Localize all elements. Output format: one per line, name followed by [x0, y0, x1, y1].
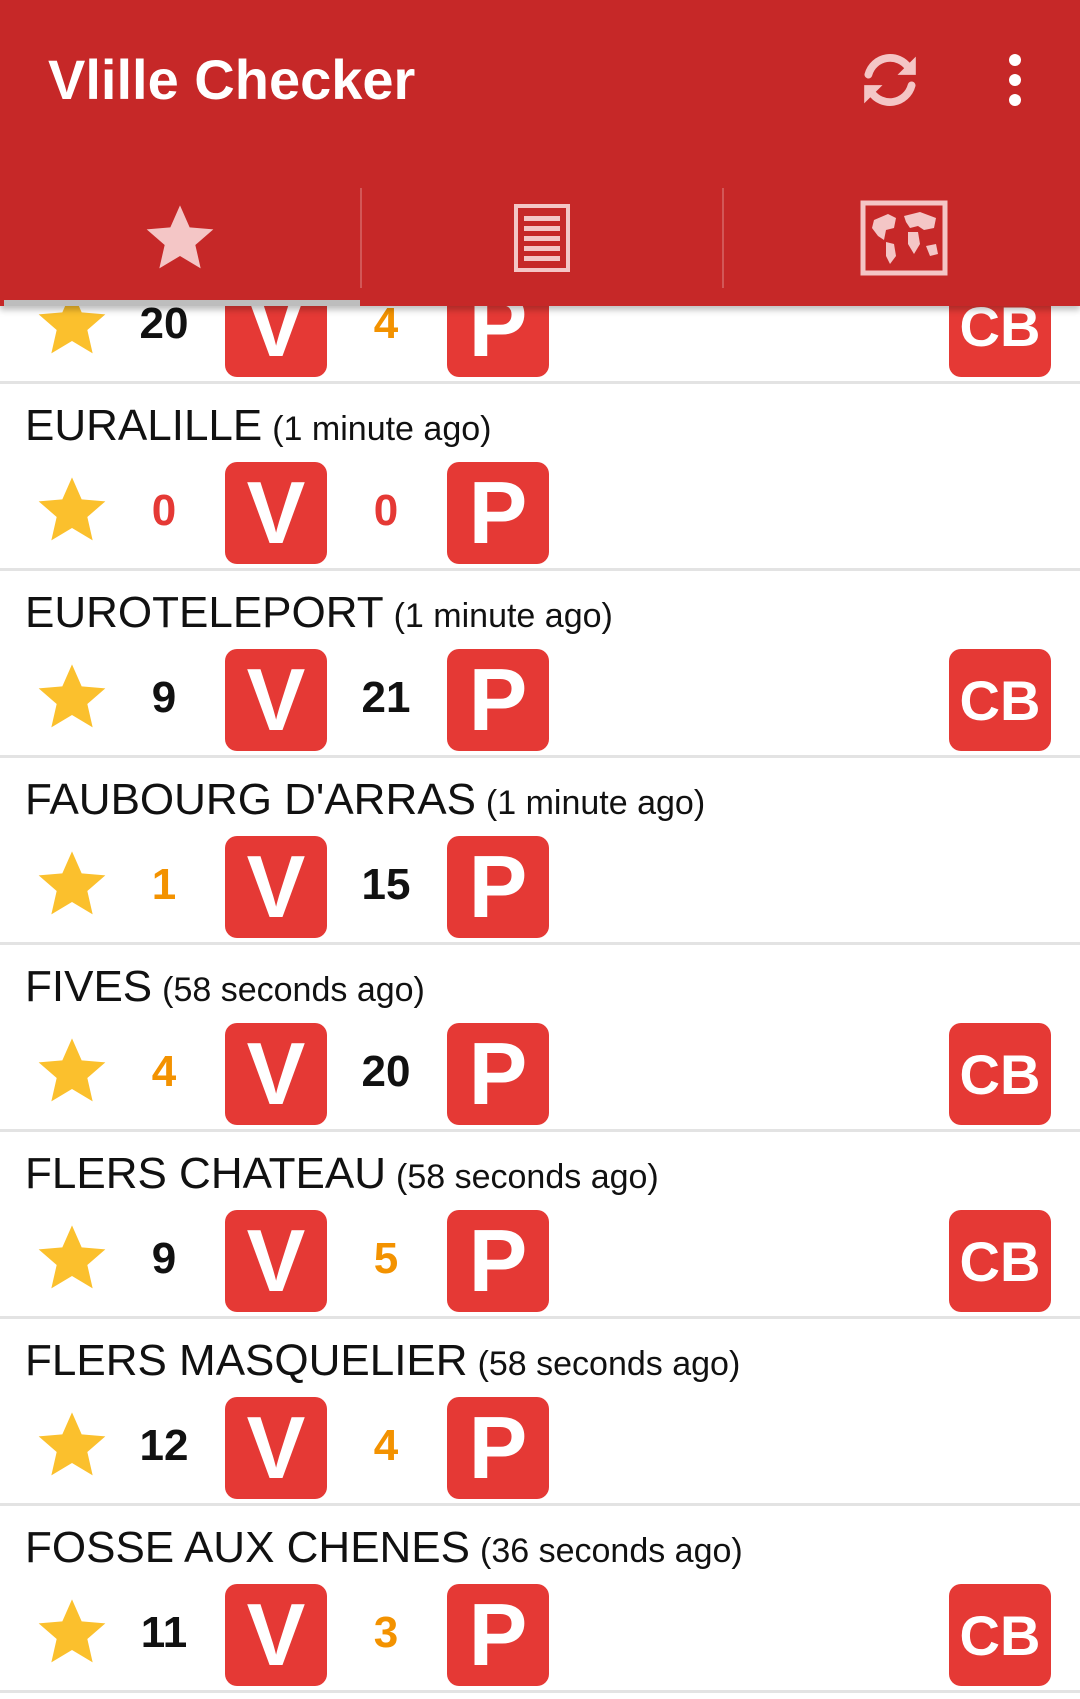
- available-bikes-count: 20: [139, 299, 189, 348]
- available-stands-count: 5: [373, 1234, 399, 1283]
- favorite-star-icon[interactable]: [32, 1031, 112, 1111]
- bikes-badge: V: [225, 1397, 327, 1499]
- update-time: (1 minute ago): [485, 784, 706, 822]
- update-time: (58 seconds ago): [396, 1158, 659, 1196]
- station-name: EUROTELEPORT: [25, 588, 384, 637]
- station-title: EUROTELEPORT (1 minute ago): [25, 588, 613, 648]
- bikes-badge: V: [225, 1023, 327, 1125]
- parking-badge: P: [447, 462, 549, 564]
- station-title: FOSSE AUX CHENES (36 seconds ago): [25, 1523, 743, 1583]
- available-bikes-count: 0: [151, 486, 177, 535]
- bikes-badge: V: [225, 649, 327, 751]
- station-name: FOSSE AUX CHENES: [25, 1523, 471, 1572]
- station-name: FIVES: [25, 962, 153, 1011]
- selected-tab-indicator: [4, 300, 360, 306]
- station-row[interactable]: FLERS CHATEAU (58 seconds ago) 9 V 5 P CB: [0, 1132, 1080, 1319]
- available-bikes-count: 9: [151, 1234, 177, 1283]
- tab-map[interactable]: [724, 170, 1080, 306]
- tab-list[interactable]: [362, 170, 722, 306]
- credit-card-badge: CB: [949, 1210, 1051, 1312]
- available-bikes-count: 11: [140, 1608, 188, 1657]
- available-stands-count: 4: [373, 1421, 399, 1470]
- bikes-badge: V: [225, 462, 327, 564]
- tab-bar: [0, 170, 1080, 306]
- station-title: FAUBOURG D'ARRAS (1 minute ago): [25, 775, 705, 835]
- credit-card-badge: CB: [949, 1023, 1051, 1125]
- available-stands-count: 15: [361, 860, 411, 909]
- refresh-button[interactable]: [850, 40, 930, 120]
- list-icon: [514, 204, 570, 272]
- station-title: FLERS CHATEAU (58 seconds ago): [25, 1149, 659, 1209]
- favorite-star-icon[interactable]: [32, 657, 112, 737]
- available-bikes-count: 4: [151, 1047, 177, 1096]
- favorite-star-icon[interactable]: [32, 470, 112, 550]
- update-time: (1 minute ago): [272, 410, 492, 448]
- bikes-badge: V: [225, 1584, 327, 1686]
- favorite-star-icon[interactable]: [32, 1405, 112, 1485]
- favorite-star-icon[interactable]: [32, 1592, 112, 1672]
- parking-badge: P: [447, 649, 549, 751]
- station-row[interactable]: FIVES (58 seconds ago) 4 V 20 P CB: [0, 945, 1080, 1132]
- station-name: FAUBOURG D'ARRAS: [25, 775, 476, 824]
- station-name: EURALILLE: [25, 401, 263, 450]
- available-bikes-count: 12: [139, 1421, 189, 1470]
- update-time: (1 minute ago): [393, 597, 613, 635]
- refresh-icon: [864, 54, 916, 106]
- app-title: Vlille Checker: [48, 48, 416, 111]
- bikes-badge: V: [225, 1210, 327, 1312]
- available-bikes-count: 1: [151, 860, 177, 909]
- favorite-star-icon[interactable]: [32, 1218, 112, 1298]
- credit-card-badge: CB: [949, 649, 1051, 751]
- favorite-star-icon[interactable]: [32, 844, 112, 924]
- parking-badge: P: [447, 1584, 549, 1686]
- available-stands-count: 0: [373, 486, 399, 535]
- map-icon: [860, 200, 948, 276]
- tab-favorites[interactable]: [0, 170, 360, 306]
- station-row[interactable]: FOSSE AUX CHENES (36 seconds ago) 11 V 3 …: [0, 1506, 1080, 1693]
- station-row[interactable]: EURALILLE(1 minute ago) 0 V 0 P CB: [0, 384, 1080, 571]
- parking-badge: P: [447, 1210, 549, 1312]
- station-title: EURALILLE (1 minute ago): [25, 401, 491, 461]
- station-row[interactable]: FAUBOURG D'ARRAS (1 minute ago) 1 V 15 P …: [0, 758, 1080, 945]
- parking-badge: P: [447, 1023, 549, 1125]
- update-time: (36 seconds ago): [480, 1532, 743, 1570]
- update-time: (58 seconds ago): [162, 971, 425, 1009]
- station-title: FLERS MASQUELIER (58 seconds ago): [25, 1336, 740, 1396]
- available-bikes-count: 9: [151, 673, 177, 722]
- station-name: FLERS MASQUELIER: [25, 1336, 468, 1385]
- more-vert-icon: [1009, 54, 1021, 106]
- parking-badge: P: [447, 836, 549, 938]
- available-stands-count: 20: [361, 1047, 411, 1096]
- star-icon: [146, 205, 214, 269]
- available-stands-count: 4: [373, 299, 399, 348]
- credit-card-badge: CB: [949, 1584, 1051, 1686]
- station-name: FLERS CHATEAU: [25, 1149, 387, 1198]
- station-row[interactable]: FLERS MASQUELIER (58 seconds ago) 12 V 4 …: [0, 1319, 1080, 1506]
- available-stands-count: 3: [373, 1608, 399, 1657]
- station-row[interactable]: EUROTELEPORT (1 minute ago) 9 V 21 P CB: [0, 571, 1080, 758]
- bikes-badge: V: [225, 836, 327, 938]
- update-time: (58 seconds ago): [477, 1345, 741, 1383]
- parking-badge: P: [447, 1397, 549, 1499]
- app-bar: Vlille Checker: [0, 0, 1080, 306]
- overflow-menu-button[interactable]: [985, 40, 1045, 120]
- available-stands-count: 21: [361, 673, 411, 722]
- station-title: FIVES (58 seconds ago): [25, 962, 425, 1022]
